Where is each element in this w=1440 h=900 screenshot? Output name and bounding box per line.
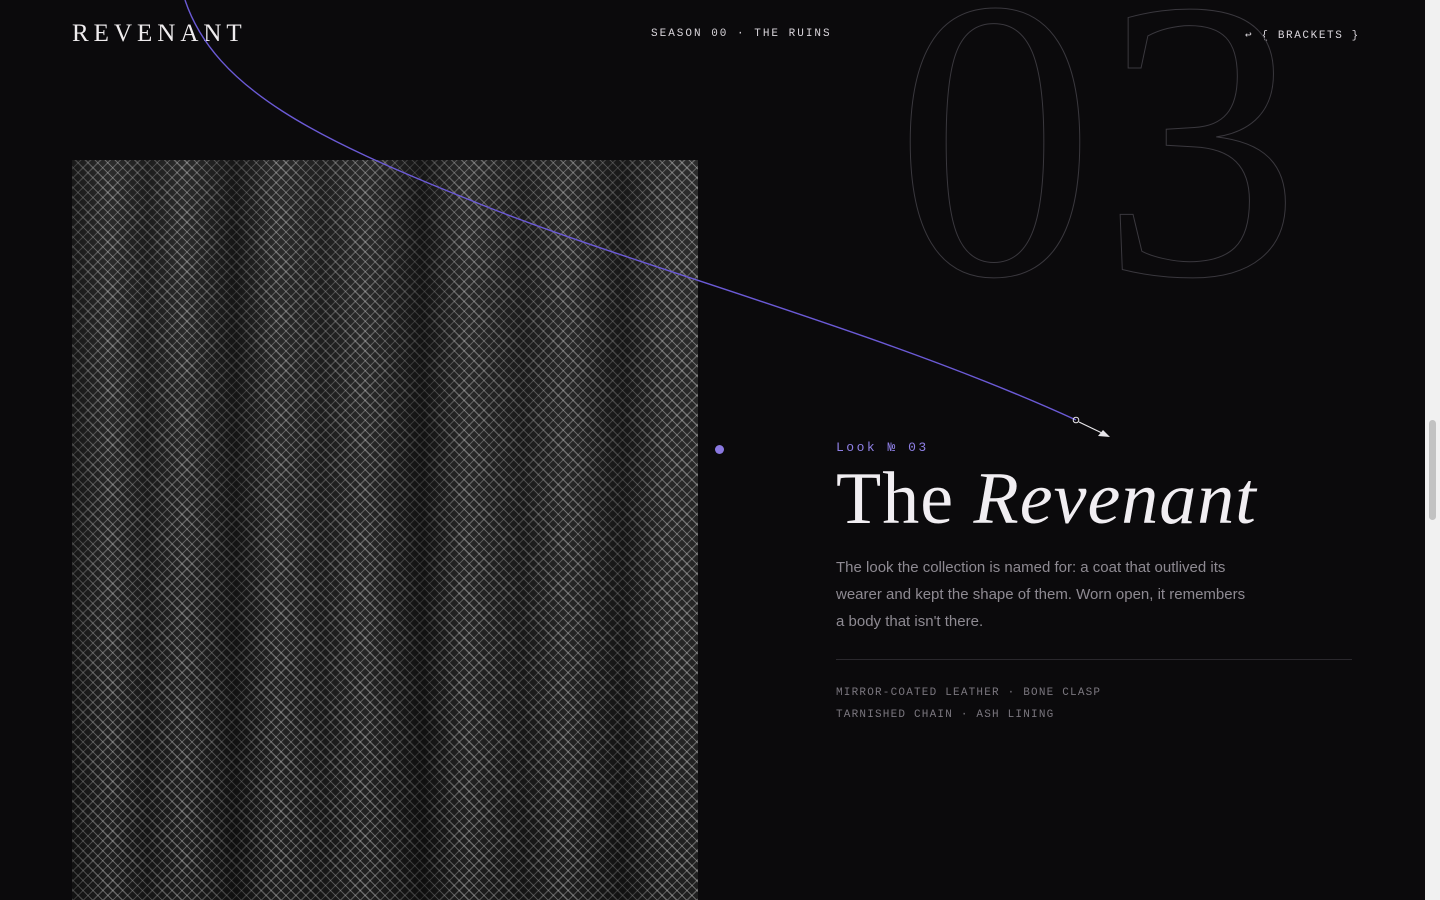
materials-line: TARNISHED CHAIN · ASH LINING	[836, 709, 1055, 721]
brand-logo[interactable]: REVENANT	[72, 20, 247, 48]
divider	[836, 659, 1352, 660]
look-label: Look № 03	[836, 440, 929, 455]
vertical-scrollbar[interactable]	[1425, 0, 1440, 900]
look-description: The look the collection is named for: a …	[836, 559, 1246, 630]
look-title: The Revenant	[836, 462, 1257, 536]
materials-line: MIRROR-COATED LEATHER · BONE CLASP	[836, 687, 1102, 699]
look-title-plain: The	[836, 458, 955, 540]
scrollbar-thumb[interactable]	[1429, 420, 1436, 520]
page: REVENANT SEASON 00 · THE RUINS ↩ { BRACK…	[0, 0, 1425, 900]
materials-list: MIRROR-COATED LEATHER · BONE CLASP TARNI…	[836, 682, 1101, 726]
look-title-italic: Revenant	[973, 458, 1257, 540]
season-label: SEASON 00 · THE RUINS	[651, 28, 832, 40]
timeline-dot	[715, 445, 724, 454]
look-image	[72, 160, 698, 900]
look-number-outline: 03	[895, 0, 1307, 361]
